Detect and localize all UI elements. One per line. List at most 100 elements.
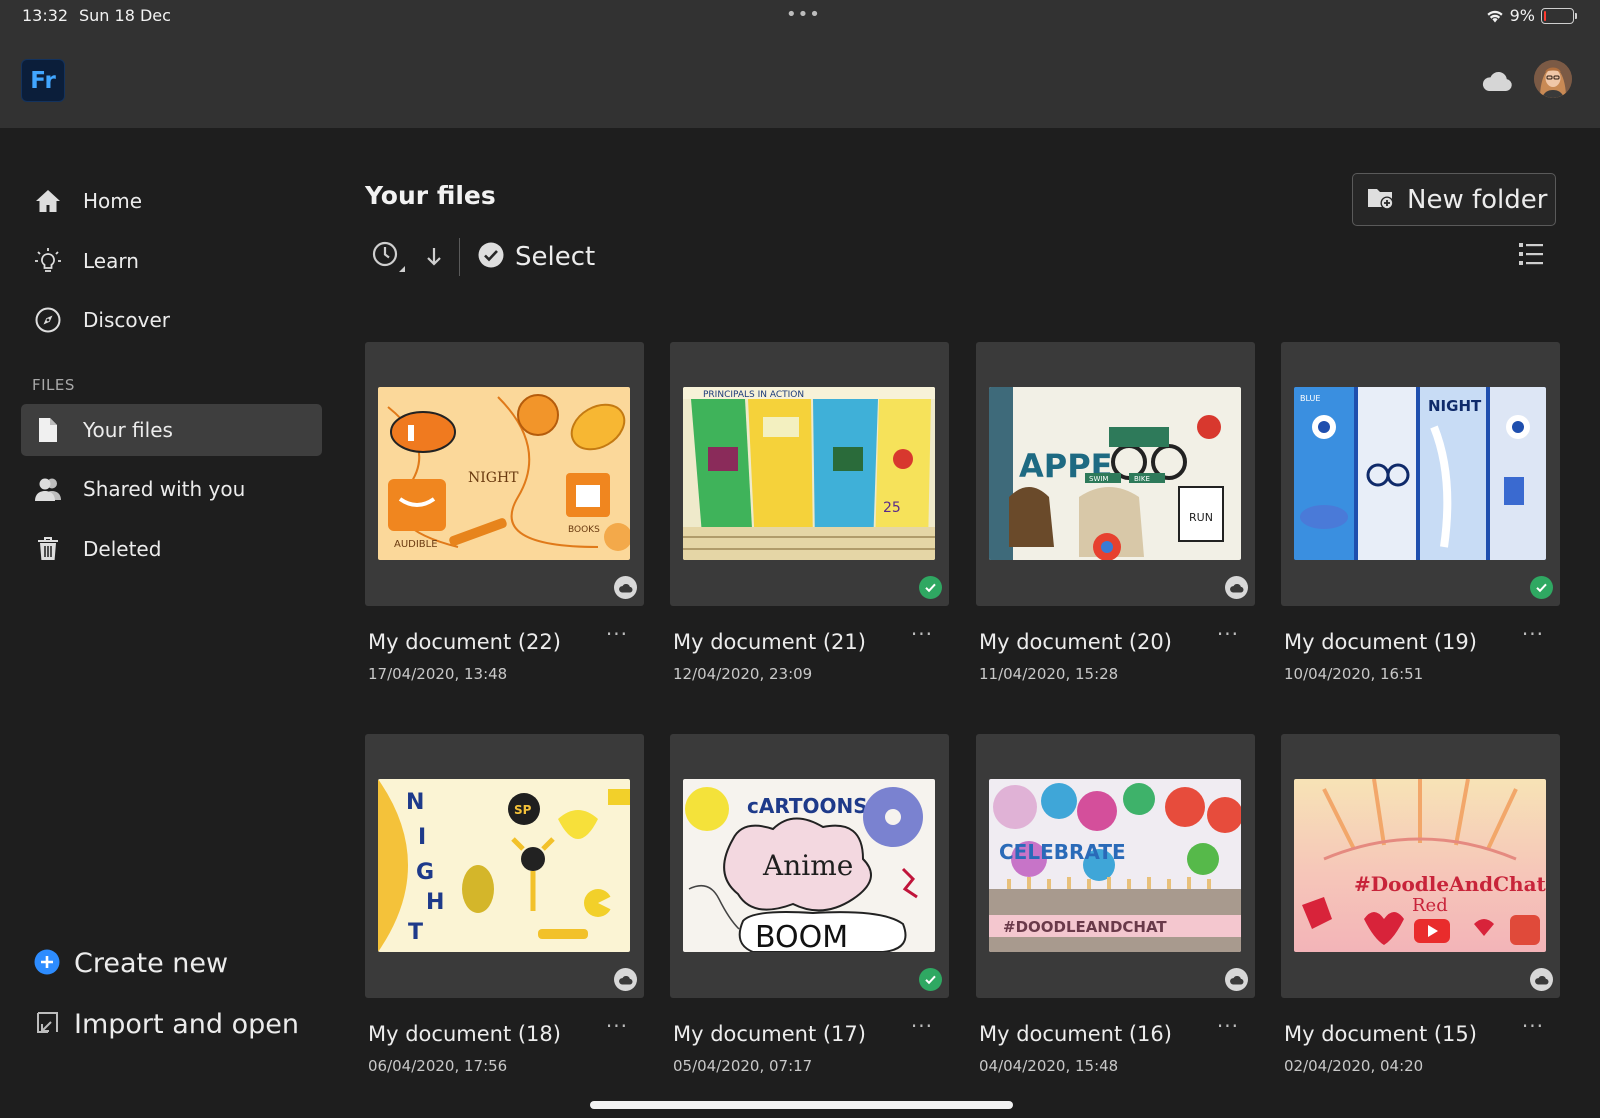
svg-text:25: 25: [883, 500, 901, 516]
new-folder-button[interactable]: New folder: [1352, 173, 1556, 226]
cloud-icon[interactable]: [1481, 70, 1513, 96]
file-date: 04/04/2020, 15:48: [979, 1057, 1119, 1075]
sidebar-item-label: Discover: [83, 308, 170, 332]
file-thumbnail[interactable]: CELEBRATE #DOODLEANDCHAT: [976, 734, 1255, 998]
file-thumbnail[interactable]: NIGHT BLUE: [1281, 342, 1560, 606]
svg-text:Anime: Anime: [762, 849, 853, 882]
file-thumbnail[interactable]: N I G H T SP: [365, 734, 644, 998]
document-icon: [32, 414, 64, 446]
main-content: Your files New folder Select NIGHT AUDIB…: [330, 128, 1600, 1118]
file-thumbnail[interactable]: cARTOONS Anime BOOM: [670, 734, 949, 998]
sidebar-item-label: Home: [83, 189, 143, 213]
svg-text:I: I: [418, 825, 426, 850]
home-indicator[interactable]: [590, 1101, 1013, 1109]
svg-text:cARTOONS: cARTOONS: [747, 794, 868, 818]
more-options-button[interactable]: ···: [1217, 1014, 1239, 1038]
sort-direction-button[interactable]: [425, 246, 443, 268]
file-date: 11/04/2020, 15:28: [979, 665, 1119, 683]
svg-text:AUDIBLE: AUDIBLE: [394, 539, 438, 550]
file-card[interactable]: APPE RUN SWIM BIKE My document (20) 11/0…: [976, 342, 1255, 683]
sidebar-item-learn[interactable]: Learn: [21, 235, 322, 287]
more-options-button[interactable]: ···: [1217, 622, 1239, 646]
battery-icon: [1541, 7, 1577, 24]
file-name: My document (22): [368, 630, 561, 654]
checkmark-circle-icon: [478, 242, 504, 272]
file-thumbnail[interactable]: #DoodleAndChat: Red: [1281, 734, 1560, 998]
svg-text:#DoodleAndChat:: #DoodleAndChat:: [1354, 872, 1546, 896]
sidebar-item-shared[interactable]: Shared with you: [21, 463, 322, 515]
sidebar-item-label: Shared with you: [83, 477, 246, 501]
file-date: 10/04/2020, 16:51: [1284, 665, 1424, 683]
page-title: Your files: [365, 181, 496, 210]
synced-status-icon: [1530, 576, 1553, 599]
avatar[interactable]: [1534, 60, 1572, 98]
file-date: 05/04/2020, 07:17: [673, 1057, 813, 1075]
lightbulb-icon: [32, 245, 64, 277]
sort-by-date-button[interactable]: [370, 237, 408, 277]
more-options-button[interactable]: ···: [606, 1014, 628, 1038]
file-date: 17/04/2020, 13:48: [368, 665, 508, 683]
sketchnote-thumbnail: NIGHT AUDIBLE BOOKS: [378, 387, 630, 560]
svg-text:BOOM: BOOM: [755, 920, 848, 952]
cloud-status-icon: [614, 968, 637, 991]
home-icon: [32, 185, 64, 217]
create-new-label: Create new: [74, 948, 229, 979]
svg-text:H: H: [426, 890, 444, 915]
svg-text:BOOKS: BOOKS: [568, 525, 600, 535]
multitask-dots-icon[interactable]: •••: [786, 6, 821, 24]
app-logo[interactable]: Fr: [21, 59, 65, 102]
cloud-status-icon: [1225, 968, 1248, 991]
sidebar-item-deleted[interactable]: Deleted: [21, 523, 322, 575]
people-icon: [32, 473, 64, 505]
more-options-button[interactable]: ···: [911, 622, 933, 646]
list-icon: [1519, 243, 1543, 265]
more-options-button[interactable]: ···: [1522, 622, 1544, 646]
file-name: My document (15): [1284, 1022, 1477, 1046]
file-card[interactable]: cARTOONS Anime BOOM My document (17) 05/…: [670, 734, 949, 1075]
more-options-button[interactable]: ···: [606, 622, 628, 646]
svg-text:Red: Red: [1412, 895, 1448, 916]
folder-plus-icon: [1367, 185, 1395, 215]
file-card[interactable]: N I G H T SP My document (18) 06/04/2020…: [365, 734, 644, 1075]
file-card[interactable]: #DoodleAndChat: Red My document (15) 02/…: [1281, 734, 1560, 1075]
create-new-button[interactable]: Create new: [34, 948, 228, 979]
compass-icon: [32, 304, 64, 336]
cloud-status-icon: [1225, 576, 1248, 599]
sketchnote-thumbnail: APPE RUN SWIM BIKE: [989, 387, 1241, 560]
svg-text:BIKE: BIKE: [1134, 475, 1150, 483]
sidebar-item-home[interactable]: Home: [21, 175, 322, 227]
file-thumbnail[interactable]: PRINCIPALS IN ACTION 25: [670, 342, 949, 606]
file-card[interactable]: PRINCIPALS IN ACTION 25 My document (21)…: [670, 342, 949, 683]
file-card[interactable]: NIGHT BLUE My document (19) 10/04/2020, …: [1281, 342, 1560, 683]
cloud-status-icon: [614, 576, 637, 599]
svg-text:SP: SP: [514, 803, 532, 817]
plus-circle-icon: [34, 949, 60, 979]
sidebar-item-discover[interactable]: Discover: [21, 294, 322, 346]
sidebar-item-label: Learn: [83, 249, 139, 273]
sidebar-item-label: Deleted: [83, 537, 162, 561]
file-date: 06/04/2020, 17:56: [368, 1057, 508, 1075]
import-open-button[interactable]: Import and open: [34, 1009, 299, 1040]
list-view-button[interactable]: [1518, 241, 1544, 271]
svg-text:BLUE: BLUE: [1300, 394, 1320, 403]
cloud-status-icon: [1530, 968, 1553, 991]
select-button[interactable]: Select: [478, 242, 595, 272]
svg-text:SWIM: SWIM: [1089, 475, 1108, 483]
new-folder-label: New folder: [1407, 184, 1548, 215]
svg-text:N: N: [406, 790, 424, 815]
svg-text:RUN: RUN: [1189, 511, 1213, 524]
more-options-button[interactable]: ···: [911, 1014, 933, 1038]
toolbar-divider: [459, 238, 460, 276]
status-date: Sun 18 Dec: [79, 6, 171, 25]
more-options-button[interactable]: ···: [1522, 1014, 1544, 1038]
file-card[interactable]: NIGHT AUDIBLE BOOKS My document (22) 17/…: [365, 342, 644, 683]
svg-text:T: T: [408, 920, 423, 945]
wifi-icon: [1486, 9, 1504, 23]
sidebar-item-your-files[interactable]: Your files: [21, 404, 322, 456]
file-card[interactable]: CELEBRATE #DOODLEANDCHAT My document (16…: [976, 734, 1255, 1075]
status-time: 13:32: [22, 6, 69, 25]
file-thumbnail[interactable]: NIGHT AUDIBLE BOOKS: [365, 342, 644, 606]
sidebar-item-label: Your files: [83, 418, 173, 442]
file-date: 12/04/2020, 23:09: [673, 665, 813, 683]
file-thumbnail[interactable]: APPE RUN SWIM BIKE: [976, 342, 1255, 606]
